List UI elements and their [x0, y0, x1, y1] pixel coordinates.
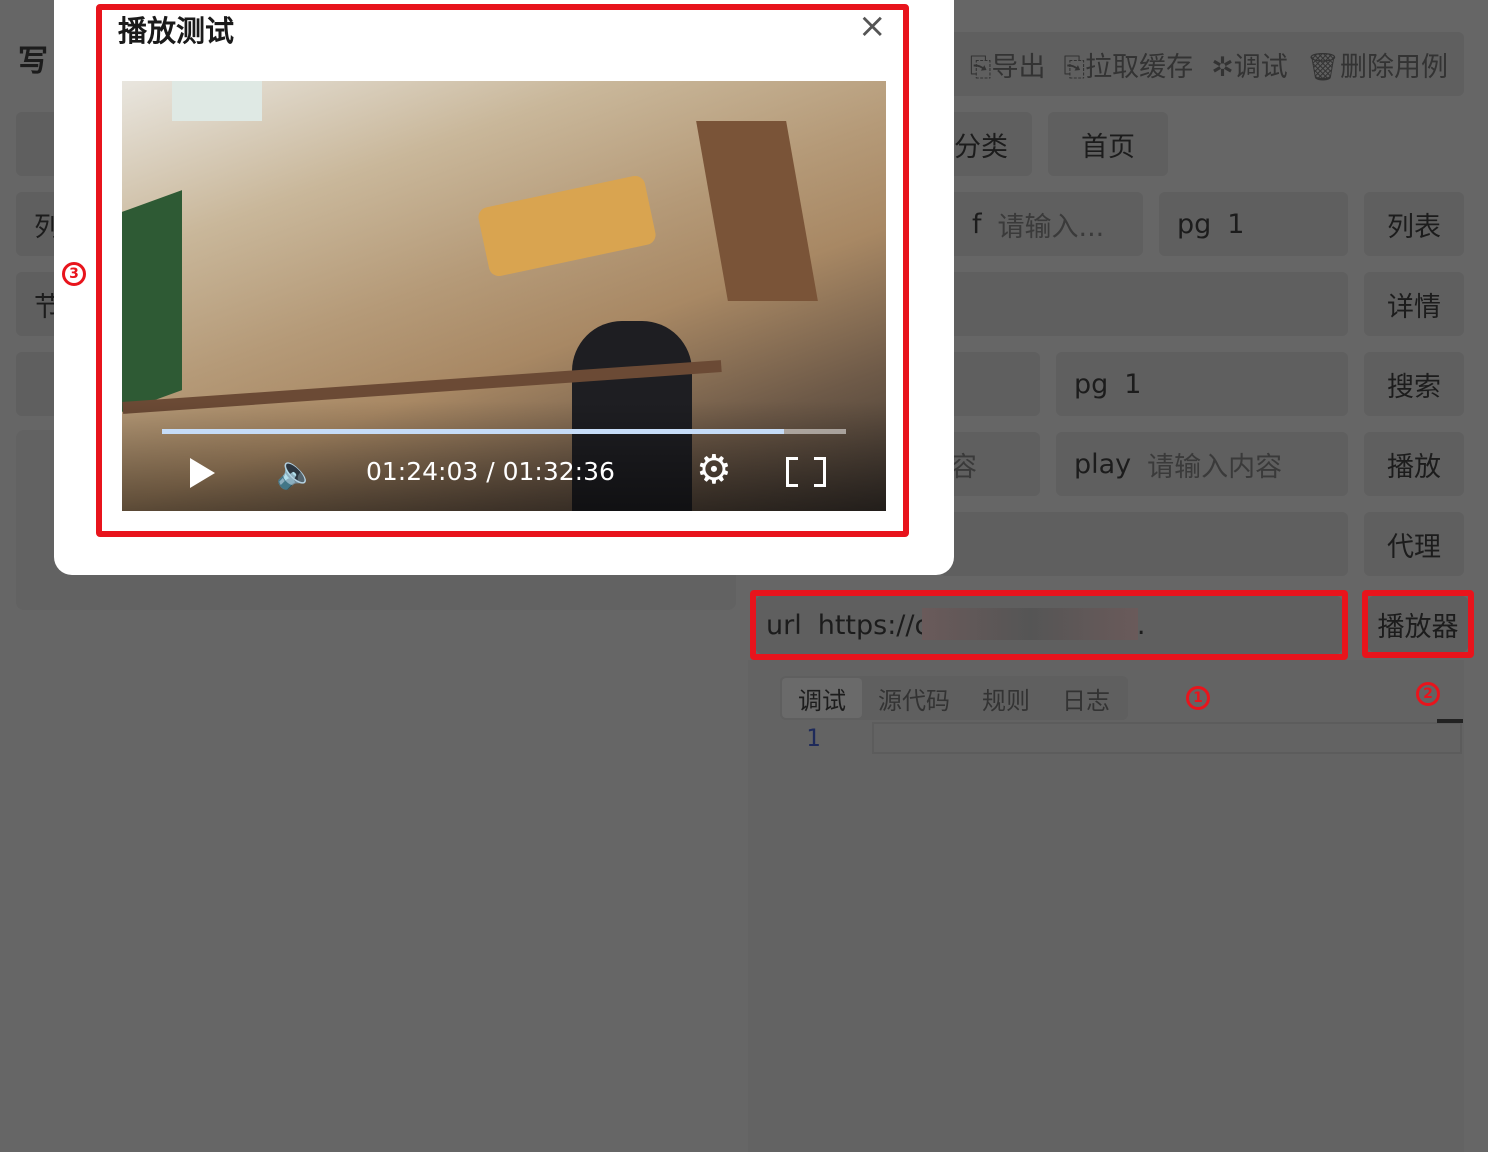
export-button[interactable]: ⎘导出	[970, 45, 1046, 84]
label: 详情	[1387, 291, 1441, 323]
placeholder: 请输入内容	[1147, 451, 1283, 483]
placeholder: 容	[950, 451, 977, 483]
label: 首页	[1081, 131, 1135, 163]
search-pg-input[interactable]: pg 1	[1056, 352, 1348, 416]
delete-case-button[interactable]: 🗑删除用例	[1306, 45, 1448, 84]
key: pg	[1074, 368, 1109, 400]
annotation-1: 1	[1186, 686, 1210, 710]
proxy-button[interactable]: 代理	[1364, 512, 1464, 576]
list-button[interactable]: 列表	[1364, 192, 1464, 256]
value: 1	[1227, 208, 1245, 240]
detail-button[interactable]: 详情	[1364, 272, 1464, 336]
detail-input[interactable]	[940, 272, 1348, 336]
key: pg	[1177, 208, 1212, 240]
label: 列表	[1387, 211, 1441, 243]
debug-button[interactable]: ✲调试	[1211, 45, 1288, 84]
label: 搜索	[1387, 371, 1441, 403]
tab-source[interactable]: 源代码	[862, 678, 966, 718]
highlight-modal	[96, 4, 909, 537]
line-number: 1	[806, 724, 821, 752]
annotation-3: 3	[62, 262, 86, 286]
play-input[interactable]: play 请输入内容	[1056, 432, 1348, 496]
play-left-input[interactable]: 容	[940, 432, 1040, 496]
label: 代理	[1387, 531, 1441, 563]
play-button[interactable]: 播放	[1364, 432, 1464, 496]
tab-log[interactable]: 日志	[1046, 678, 1126, 718]
label: 分类	[954, 131, 1008, 163]
label: 播放	[1387, 451, 1441, 483]
pg-input[interactable]: pg 1	[1159, 192, 1348, 256]
page-title: 写	[18, 44, 48, 79]
placeholder: 请输入...	[997, 211, 1105, 243]
tabs: 调试 源代码 规则 日志	[780, 676, 1128, 720]
highlight-url	[750, 590, 1348, 660]
search-input[interactable]	[940, 352, 1040, 416]
key: f	[972, 208, 982, 240]
search-button[interactable]: 搜索	[1364, 352, 1464, 416]
key: play	[1074, 448, 1132, 480]
code-editor[interactable]	[872, 722, 1462, 754]
f-input[interactable]: f 请输入...	[940, 192, 1143, 256]
home-button[interactable]: 首页	[1048, 112, 1168, 176]
scroll-thumb[interactable]	[1437, 719, 1463, 723]
highlight-player	[1362, 590, 1474, 658]
proxy-input[interactable]	[940, 512, 1348, 576]
pull-cache-button[interactable]: ⎘拉取缓存	[1063, 45, 1193, 84]
value: 1	[1124, 368, 1142, 400]
tab-rules[interactable]: 规则	[966, 678, 1046, 718]
toolbar: ⎘导出 ⎘拉取缓存 ✲调试 🗑删除用例	[940, 32, 1464, 96]
tab-debug[interactable]: 调试	[782, 678, 862, 718]
annotation-2: 2	[1416, 682, 1440, 706]
